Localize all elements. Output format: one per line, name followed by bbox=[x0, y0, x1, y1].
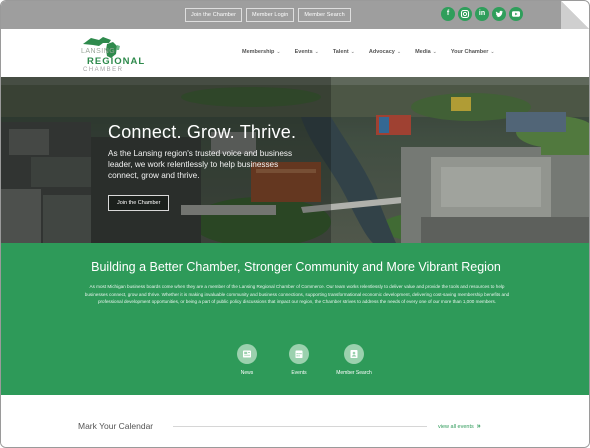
instagram-icon[interactable] bbox=[458, 7, 472, 21]
mission-band: Building a Better Chamber, Stronger Comm… bbox=[1, 243, 589, 395]
chamber-logo[interactable]: LANSING REGIONAL CHAMBER bbox=[73, 34, 173, 74]
nav-your-chamber-label: Your Chamber bbox=[450, 49, 489, 55]
chevron-down-icon: ⌄ bbox=[490, 49, 495, 55]
quick-link-events[interactable]: Events bbox=[269, 344, 329, 376]
hero-text: As the Lansing region's trusted voice an… bbox=[108, 149, 293, 180]
nav-media[interactable]: Media ⌄ bbox=[415, 49, 437, 55]
nav-talent[interactable]: Talent ⌄ bbox=[333, 49, 355, 55]
nav-events-label: Events bbox=[294, 49, 313, 55]
nav-membership[interactable]: Membership ⌄ bbox=[242, 49, 281, 55]
double-chevron-right-icon: » bbox=[476, 423, 481, 430]
quick-link-news[interactable]: News bbox=[217, 344, 277, 376]
nav-advocacy[interactable]: Advocacy ⌄ bbox=[369, 49, 401, 55]
linkedin-icon[interactable]: in bbox=[475, 7, 489, 21]
quick-link-news-label: News bbox=[240, 370, 254, 376]
quick-links: News Events Member Search bbox=[1, 344, 589, 388]
hero-title: Connect. Grow. Thrive. bbox=[108, 122, 297, 142]
main-nav: Membership ⌄ Events ⌄ Talent ⌄ Advocacy ⌄ Me… bbox=[242, 49, 495, 55]
facebook-icon[interactable]: f bbox=[441, 7, 455, 21]
nav-talent-label: Talent bbox=[332, 49, 349, 55]
nav-advocacy-label: Advocacy bbox=[368, 49, 395, 55]
quick-link-events-label: Events bbox=[291, 370, 307, 376]
nav-events[interactable]: Events ⌄ bbox=[295, 49, 319, 55]
member-card-icon bbox=[344, 344, 364, 364]
quick-link-member-search[interactable]: Member Search bbox=[324, 344, 384, 376]
nav-membership-label: Membership bbox=[242, 49, 275, 55]
page-corner-fold bbox=[561, 1, 589, 29]
join-chamber-button[interactable]: Join the Chamber bbox=[108, 195, 170, 211]
nav-your-chamber[interactable]: Your Chamber ⌄ bbox=[451, 49, 495, 55]
calendar-title: Mark Your Calendar bbox=[78, 421, 154, 431]
view-all-events-link[interactable]: view all events» bbox=[438, 423, 481, 430]
member-login-link[interactable]: Member Login bbox=[246, 8, 295, 22]
chevron-down-icon: ⌄ bbox=[350, 49, 355, 55]
band-body: As most Michigan business boards come wh… bbox=[84, 284, 510, 305]
calendar-icon bbox=[289, 344, 309, 364]
chevron-down-icon: ⌄ bbox=[432, 49, 437, 55]
chevron-down-icon: ⌄ bbox=[276, 49, 281, 55]
utility-bar: Join the Chamber Member Login Member Sea… bbox=[1, 1, 589, 29]
twitter-icon[interactable] bbox=[492, 7, 506, 21]
chevron-down-icon: ⌄ bbox=[314, 49, 319, 55]
chevron-down-icon: ⌄ bbox=[396, 49, 402, 55]
logo-line-1: LANSING bbox=[81, 48, 116, 55]
hero-banner: Connect. Grow. Thrive. As the Lansing re… bbox=[1, 77, 589, 243]
utility-links: Join the Chamber Member Login Member Sea… bbox=[185, 8, 351, 22]
logo-line-2: REGIONAL bbox=[87, 56, 146, 67]
calendar-divider bbox=[173, 426, 427, 427]
quick-link-member-search-label: Member Search bbox=[336, 370, 372, 376]
social-links: f in bbox=[441, 7, 523, 21]
band-title: Building a Better Chamber, Stronger Comm… bbox=[91, 260, 501, 274]
logo-line-3: CHAMBER bbox=[83, 67, 124, 73]
calendar-section: Mark Your Calendar view all events» bbox=[1, 395, 589, 447]
newspaper-icon bbox=[237, 344, 257, 364]
view-all-events-label: view all events bbox=[438, 424, 474, 430]
browser-frame: Join the Chamber Member Login Member Sea… bbox=[0, 0, 590, 448]
site-header: LANSING REGIONAL CHAMBER Membership ⌄ Eve… bbox=[1, 29, 589, 77]
nav-media-label: Media bbox=[415, 49, 431, 55]
join-chamber-link[interactable]: Join the Chamber bbox=[185, 8, 243, 22]
youtube-icon[interactable] bbox=[509, 7, 523, 21]
member-search-link[interactable]: Member Search bbox=[298, 8, 351, 22]
